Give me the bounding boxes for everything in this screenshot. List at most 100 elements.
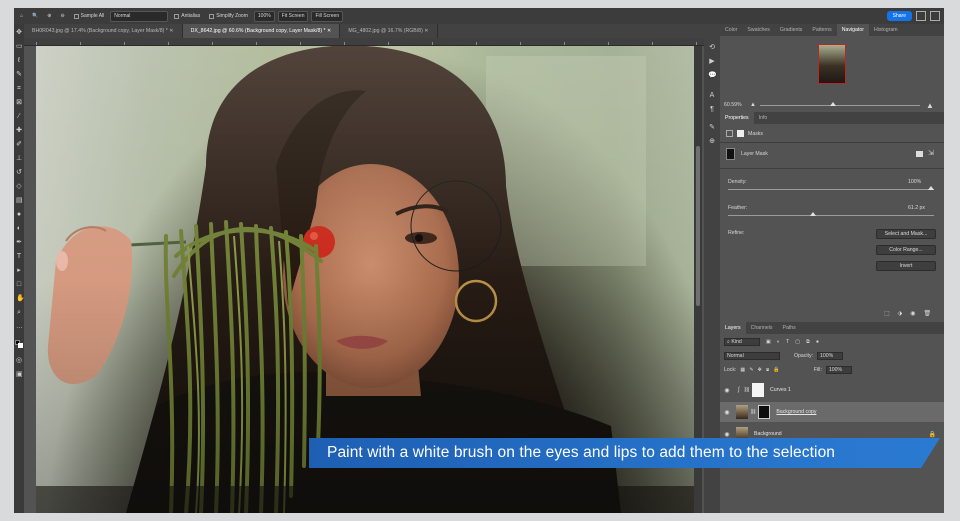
actions-panel-icon[interactable]: ▶ [708, 58, 716, 66]
background-copy-mask-thumbnail[interactable] [758, 405, 771, 419]
lock-pixels-icon[interactable]: ▦ [740, 367, 745, 373]
visibility-eye-icon[interactable]: ◉ [720, 409, 734, 416]
zoom-in-large-icon[interactable]: ▲ [926, 101, 934, 110]
fill-field[interactable]: 100% [825, 366, 852, 374]
lock-position-icon[interactable]: ✥ [758, 367, 762, 373]
tab-layers[interactable]: Layers [720, 322, 746, 334]
tab-properties[interactable]: Properties [720, 112, 754, 124]
clone-source-panel-icon[interactable]: ⊕ [708, 138, 716, 146]
fill-screen-button[interactable]: Fill Screen [311, 10, 344, 22]
lock-artboard-icon[interactable]: ⧈ [766, 367, 769, 374]
marquee-tool-icon[interactable]: ▭ [16, 43, 23, 50]
tab-color[interactable]: Color [720, 27, 742, 33]
zoom-out-icon[interactable]: ⊖ [57, 11, 67, 22]
workspace-icon[interactable] [930, 11, 940, 21]
tab-swatches[interactable]: Swatches [742, 27, 775, 33]
filter-toggle-icon[interactable]: ● [816, 339, 819, 345]
tab-dx-8642[interactable]: DX_8642.jpg @ 60.6% (Background copy, La… [182, 24, 341, 38]
background-color-swatch[interactable] [18, 343, 23, 348]
comments-panel-icon[interactable]: 💬 [708, 72, 717, 80]
tab-info[interactable]: Info [754, 115, 773, 121]
visibility-eye-icon[interactable]: ◉ [720, 387, 734, 394]
mode-select[interactable]: Normal [110, 10, 169, 22]
lock-brush-icon[interactable]: ✎ [749, 367, 753, 373]
color-range-button[interactable]: Color Range... [876, 245, 936, 255]
kind-filter-select[interactable]: ⌕ Kind [724, 338, 760, 346]
zoom-in-icon[interactable]: ⊕ [44, 11, 54, 22]
shape-tool-icon[interactable]: □ [16, 281, 22, 288]
select-and-mask-button[interactable]: Select and Mask... [876, 229, 936, 239]
home-icon[interactable]: ⌂ [17, 11, 26, 22]
tab-histogram[interactable]: Histogram [869, 27, 903, 33]
character-panel-icon[interactable]: A [708, 92, 716, 100]
more-tools-icon[interactable]: … [16, 323, 23, 330]
tab-navigator[interactable]: Navigator [836, 24, 869, 36]
crop-tool-icon[interactable]: ⌗ [16, 85, 22, 92]
brushes-panel-icon[interactable]: ✎ [708, 124, 716, 132]
pixel-mask-icon[interactable] [726, 130, 733, 137]
filter-smart-icon[interactable]: ⧉ [806, 339, 810, 346]
layer-row-curves[interactable]: ◉ ∫ ⛓ Curves 1 [720, 380, 944, 400]
tab-channels[interactable]: Channels [746, 325, 778, 331]
history-brush-tool-icon[interactable]: ↺ [16, 169, 22, 176]
visibility-icon[interactable]: ◉ [910, 310, 915, 317]
dodge-tool-icon[interactable]: ◐ [16, 225, 22, 232]
simplify-zoom-checkbox[interactable]: Simplify Zoom [206, 11, 251, 22]
background-copy-thumbnail[interactable] [736, 405, 748, 419]
feather-slider[interactable] [728, 212, 934, 216]
navigator-zoom-value[interactable]: 60.59% [724, 102, 750, 108]
pen-tool-icon[interactable]: ✒ [16, 239, 22, 246]
gradient-tool-icon[interactable]: ▤ [16, 197, 23, 204]
quick-mask-icon[interactable]: ◎ [16, 357, 22, 364]
fit-screen-button[interactable]: Fit Screen [277, 10, 309, 22]
tab-gradients[interactable]: Gradients [775, 27, 808, 33]
type-tool-icon[interactable]: T [16, 253, 22, 260]
filter-type-icon[interactable]: T [786, 339, 789, 345]
paragraph-panel-icon[interactable]: ¶ [708, 106, 716, 114]
curves-mask-thumbnail[interactable] [752, 383, 765, 397]
history-panel-icon[interactable]: ⟲ [708, 44, 716, 52]
frame-tool-icon[interactable]: ⊠ [16, 99, 22, 106]
brush-tool-icon[interactable]: ✐ [16, 141, 22, 148]
tab-paths[interactable]: Paths [778, 325, 801, 331]
sample-all-checkbox[interactable]: Sample All [71, 11, 108, 22]
tab-patterns[interactable]: Patterns [807, 27, 836, 33]
vector-mask-icon[interactable] [737, 130, 744, 137]
invert-button[interactable]: Invert [876, 261, 936, 271]
apply-mask-icon[interactable]: ⇲ [928, 149, 934, 157]
chain-link-icon[interactable]: ⛓ [750, 409, 756, 415]
navigator-thumbnail[interactable] [818, 44, 846, 84]
layer-row-background-copy[interactable]: ◉ ⛓ Background copy [720, 402, 944, 422]
density-value[interactable]: 100% [908, 179, 921, 185]
opacity-field[interactable]: 100% [817, 352, 844, 360]
move-tool-icon[interactable]: ✥ [16, 29, 22, 36]
share-button[interactable]: Share [886, 11, 912, 21]
eraser-tool-icon[interactable]: ◇ [16, 183, 22, 190]
apply-icon[interactable]: ⬗ [898, 310, 903, 317]
zoom-out-small-icon[interactable]: ▲ [750, 102, 756, 108]
quick-select-tool-icon[interactable]: ✎ [16, 71, 22, 78]
antialias-checkbox[interactable]: Antialias [171, 11, 203, 22]
filter-pixel-icon[interactable]: ▣ [766, 339, 771, 345]
navigator-zoom-slider[interactable] [759, 101, 920, 106]
chain-link-icon[interactable]: ⛓ [744, 387, 750, 393]
visibility-eye-icon[interactable]: ◉ [720, 431, 734, 438]
blur-tool-icon[interactable]: ● [16, 211, 22, 218]
path-select-tool-icon[interactable]: ▸ [16, 267, 22, 274]
zoom-100-button[interactable]: 100% [253, 10, 275, 22]
load-selection-icon[interactable]: ⬚ [884, 310, 890, 317]
blend-mode-select[interactable]: Normal [724, 352, 780, 360]
tab-bh0r043[interactable]: BH0R043.jpg @ 17.4% (Background copy, La… [24, 24, 183, 38]
filter-shape-icon[interactable]: ▢ [795, 339, 800, 345]
clone-stamp-tool-icon[interactable]: ⊥ [16, 155, 22, 162]
screen-mode-icon[interactable]: ▣ [16, 371, 23, 378]
density-slider[interactable] [728, 186, 934, 190]
select-mask-icon[interactable] [916, 151, 923, 157]
delete-mask-icon[interactable]: 🗑 [924, 310, 932, 317]
eyedropper-tool-icon[interactable]: ⁄ [16, 113, 22, 120]
lock-all-icon[interactable]: 🔒 [773, 367, 779, 373]
zoom-tool-icon[interactable]: 🔍 [29, 11, 41, 22]
healing-brush-tool-icon[interactable]: ✚ [16, 127, 22, 134]
hand-tool-icon[interactable]: ✋ [16, 295, 25, 302]
zoom-tool-icon[interactable]: ⌕ [16, 309, 22, 316]
